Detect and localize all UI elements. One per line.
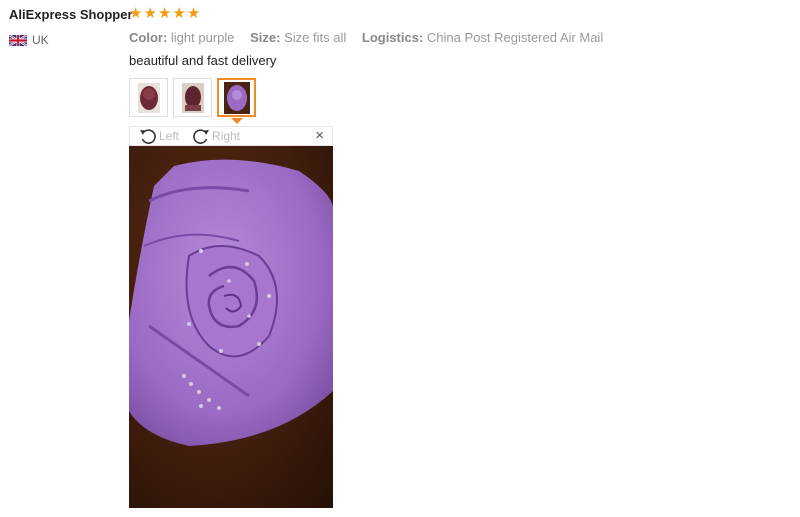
star-icon: ★ (186, 5, 201, 22)
attr-color: Color: light purple (129, 30, 235, 45)
country-label: UK (32, 33, 49, 47)
rotate-left-button[interactable]: Left (138, 127, 179, 145)
photo-thumbnail-1[interactable] (129, 78, 168, 117)
review-text: beautiful and fast delivery (129, 53, 277, 68)
rotate-left-icon (140, 129, 156, 144)
selected-pointer (230, 118, 243, 124)
attr-size: Size: Size fits all (250, 30, 347, 45)
rotate-right-icon (193, 129, 209, 144)
rotate-right-button[interactable]: Right (191, 127, 240, 145)
star-rating: ★ ★ ★ ★ ★ (129, 5, 200, 23)
uk-flag-icon (9, 34, 27, 46)
rotate-right-label: Right (212, 129, 241, 143)
attr-logistics: Logistics: China Post Registered Air Mai… (361, 30, 604, 45)
thumbnail-image (181, 82, 204, 113)
reviewer-name: AliExpress Shopper (9, 7, 133, 22)
reviewer-country: UK (9, 33, 49, 47)
close-icon[interactable]: × (315, 128, 324, 144)
rotate-left-label: Left (159, 129, 180, 143)
review-photo-thumbnails (129, 78, 256, 124)
order-attributes: Color: light purple Size: Size fits all … (129, 30, 615, 45)
star-icon: ★ (157, 5, 172, 22)
review-photo-large (129, 146, 333, 508)
photo-viewer-toolbar: Left Right × (129, 126, 333, 146)
photo-thumbnail-2[interactable] (173, 78, 212, 117)
star-icon: ★ (143, 5, 157, 22)
thumbnail-image (223, 81, 250, 114)
star-icon: ★ (129, 5, 143, 22)
photo-thumbnail-3-selected[interactable] (217, 78, 256, 124)
thumbnail-image (137, 82, 160, 113)
star-icon: ★ (172, 5, 186, 22)
